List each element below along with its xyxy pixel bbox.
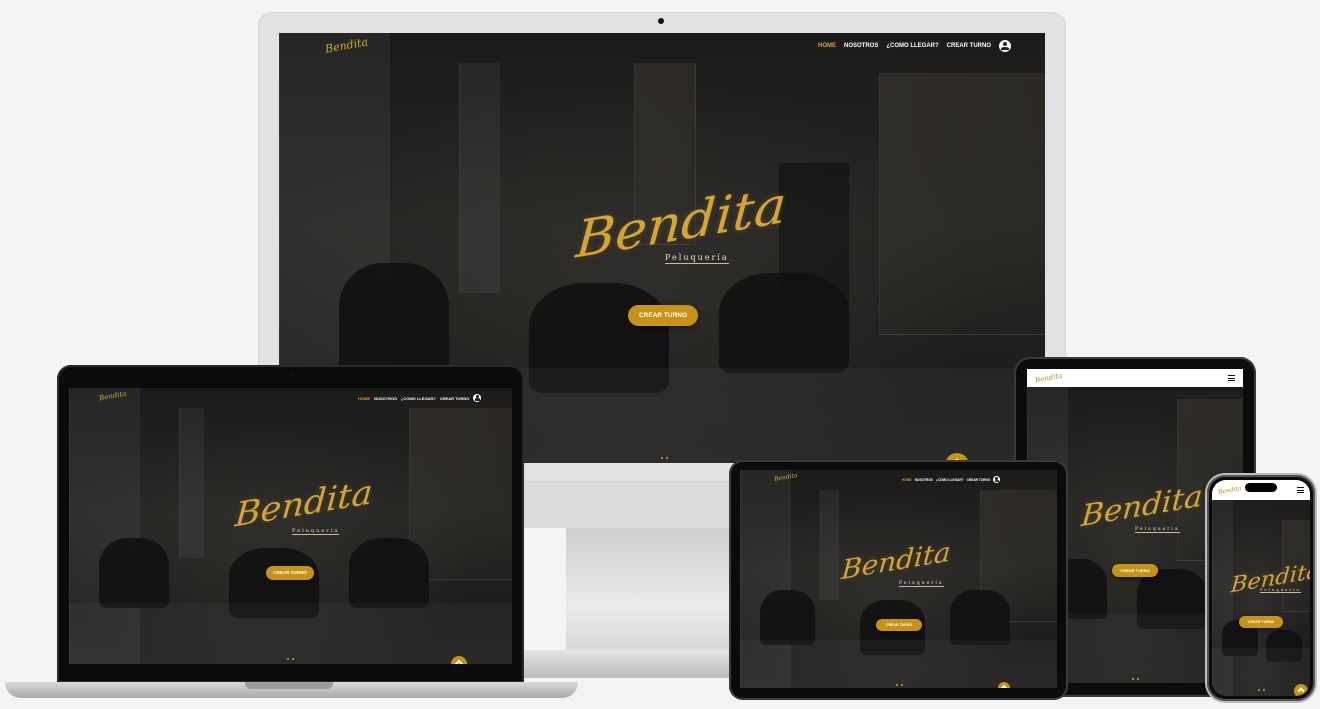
laptop-notch — [245, 682, 333, 689]
hero-crear-turno-button[interactable]: CREAR TURNO — [1112, 564, 1158, 577]
hero-crear-turno-button[interactable]: CREAR TURNO — [876, 619, 922, 631]
hero-brand-script: Bendita — [840, 537, 952, 586]
laptop-nav: HOME NOSOTROS ¿COMO LLEGAR? CREAR TURNO — [358, 394, 482, 402]
nav-como-llegar[interactable]: ¿COMO LLEGAR? — [936, 478, 964, 482]
tablet-landscape-screen: Bendita HOME NOSOTROS ¿COMO LLEGAR? CREA… — [740, 470, 1057, 688]
nav-home[interactable]: HOME — [358, 396, 370, 401]
phone-dynamic-island — [1245, 483, 1277, 492]
tablet-nav: HOME NOSOTROS ¿COMO LLEGAR? CREAR TURNO — [902, 476, 1001, 483]
hero-brand-subtitle: Peluquería — [292, 528, 340, 535]
monitor-stand — [566, 528, 756, 658]
slider-dots[interactable] — [1258, 689, 1265, 691]
nav-home[interactable]: HOME — [902, 478, 912, 482]
laptop-camera — [290, 373, 295, 378]
hamburger-icon[interactable] — [1297, 487, 1304, 493]
phone-screen: Bendita Bendita Peluquería CREAR TURNO — [1212, 480, 1310, 696]
hamburger-icon[interactable] — [1228, 375, 1235, 381]
nav-nosotros[interactable]: NOSOTROS — [374, 396, 397, 401]
slider-dots[interactable] — [1132, 678, 1139, 680]
nav-crear-turno[interactable]: CREAR TURNO — [947, 43, 991, 49]
hero-crear-turno-button[interactable]: CREAR TURNO — [266, 566, 314, 580]
monitor-camera — [658, 18, 664, 24]
hero-crear-turno-button[interactable]: CREAR TURNO — [1239, 616, 1283, 628]
nav-crear-turno[interactable]: CREAR TURNO — [967, 478, 991, 482]
nav-nosotros[interactable]: NOSOTROS — [844, 43, 878, 49]
slider-dots[interactable] — [896, 684, 903, 686]
user-circle-icon[interactable] — [993, 476, 1001, 483]
slider-dots[interactable] — [661, 457, 668, 459]
nav-home[interactable]: HOME — [818, 43, 836, 49]
hero-brand-subtitle: Peluquería — [1260, 587, 1301, 593]
hero-brand-script: Bendita — [233, 472, 374, 536]
mobile-header: Bendita — [1027, 369, 1243, 387]
hero-crear-turno-button[interactable]: CREAR TURNO — [628, 305, 698, 326]
user-circle-icon[interactable] — [473, 394, 482, 402]
slider-dots[interactable] — [287, 658, 294, 660]
chevron-up-icon[interactable] — [998, 682, 1010, 688]
hero-brand-subtitle: Peluquería — [1135, 527, 1180, 533]
chevron-up-icon[interactable] — [1294, 684, 1308, 696]
brand-logo-small[interactable]: Bendita — [1218, 485, 1242, 496]
user-circle-icon[interactable] — [999, 40, 1012, 52]
hero-brand-subtitle: Peluquería — [665, 253, 729, 264]
brand-logo-small[interactable]: Bendita — [1035, 372, 1063, 385]
nav-como-llegar[interactable]: ¿COMO LLEGAR? — [401, 396, 436, 401]
desktop-nav: HOME NOSOTROS ¿COMO LLEGAR? CREAR TURNO — [818, 40, 1012, 52]
hero-brand-subtitle: Peluquería — [899, 581, 944, 587]
nav-crear-turno[interactable]: CREAR TURNO — [440, 396, 470, 401]
nav-como-llegar[interactable]: ¿COMO LLEGAR? — [886, 43, 938, 49]
laptop-screen: Bendita HOME NOSOTROS ¿COMO LLEGAR? CREA… — [69, 388, 512, 664]
nav-nosotros[interactable]: NOSOTROS — [915, 478, 933, 482]
